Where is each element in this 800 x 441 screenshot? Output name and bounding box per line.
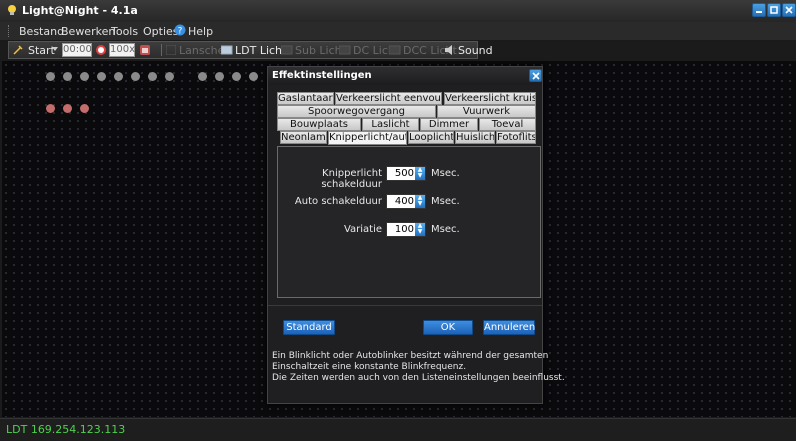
clock-icon xyxy=(96,45,106,55)
outer-frame-strip xyxy=(796,0,800,440)
minimize-button[interactable] xyxy=(752,3,766,17)
unit-label: Msec. xyxy=(431,196,460,207)
menu-bar: Bestand Bewerken Tools Opties ? Help xyxy=(0,22,796,41)
auto-stepper[interactable]: 400 ▲ ▼ xyxy=(386,194,426,209)
tab-verkeerslicht-eenvoudig[interactable]: Verkeerslicht eenvoudig xyxy=(335,92,442,105)
help-icon: ? xyxy=(174,24,186,36)
auto-value[interactable]: 400 xyxy=(389,196,414,207)
spin-buttons[interactable]: ▲ ▼ xyxy=(415,195,425,208)
title-bar[interactable]: Light@Night - 4.1a xyxy=(0,0,796,23)
time-field[interactable]: 00:00 xyxy=(62,43,92,57)
close-button[interactable] xyxy=(782,3,796,17)
toolbar: Start 00:00 100x Lanschen LDT Licht Sub … xyxy=(8,41,493,59)
led-dot[interactable] xyxy=(131,72,140,81)
tab-toeval[interactable]: Toeval xyxy=(479,118,536,131)
sub-icon xyxy=(281,45,293,55)
tab-huislicht[interactable]: Huislicht xyxy=(455,131,495,144)
variatie-stepper[interactable]: 100 ▲ ▼ xyxy=(386,222,426,237)
arrow-down-icon[interactable]: ▼ xyxy=(415,173,425,179)
tab-spoorwegovergang[interactable]: Spoorwegovergang xyxy=(277,105,436,118)
menu-bestand[interactable]: Bestand xyxy=(19,25,64,38)
dialog-close-button[interactable] xyxy=(529,69,542,82)
unit-label: Msec. xyxy=(431,224,460,235)
tab-verkeerslicht-kruising[interactable]: Verkeerslicht kruising xyxy=(444,92,536,105)
unit-label: Msec. xyxy=(431,168,460,179)
speed-icon[interactable] xyxy=(139,44,151,56)
variatie-value[interactable]: 100 xyxy=(389,224,414,235)
main-window: Light@Night - 4.1a Bestand Bewerken Tool… xyxy=(0,0,796,441)
speaker-icon xyxy=(445,45,452,55)
tab-fotoflits[interactable]: Fotoflits xyxy=(496,131,536,144)
tab-knipperlicht-auto[interactable]: Knipperlicht/auto xyxy=(328,131,407,145)
field-label-variatie: Variatie xyxy=(343,224,382,235)
led-dot[interactable] xyxy=(215,72,224,81)
led-dot[interactable] xyxy=(80,72,89,81)
tab-dimmer[interactable]: Dimmer xyxy=(420,118,478,131)
led-dot[interactable] xyxy=(148,72,157,81)
info-text-line: Die Zeiten werden auch von den Listenein… xyxy=(272,373,565,383)
field-label-auto: Auto schakelduur xyxy=(294,196,382,207)
minimize-icon xyxy=(756,11,762,13)
tab-looplicht[interactable]: Looplicht xyxy=(408,131,454,144)
toolbar-separator xyxy=(161,44,162,56)
app-icon xyxy=(8,5,16,15)
tab-laslicht[interactable]: Laslicht xyxy=(362,118,419,131)
standard-button[interactable]: Standard xyxy=(283,320,335,335)
menu-help[interactable]: Help xyxy=(188,25,213,38)
toolbar-item-ldt-licht[interactable]: LDT Licht xyxy=(235,44,286,57)
led-dot[interactable] xyxy=(63,72,72,81)
speed-field[interactable]: 100x xyxy=(109,43,135,57)
knipperlicht-value[interactable]: 500 xyxy=(389,168,414,179)
led-dot[interactable] xyxy=(80,104,89,113)
led-dot[interactable] xyxy=(249,72,258,81)
arrow-down-icon[interactable]: ▼ xyxy=(415,229,425,235)
dcc-icon xyxy=(389,45,401,55)
arrow-down-icon[interactable]: ▼ xyxy=(415,201,425,207)
led-dot[interactable] xyxy=(97,72,106,81)
dialog-title-bar[interactable]: Effektinstellingen xyxy=(268,67,542,85)
spin-buttons[interactable]: ▲ ▼ xyxy=(415,223,425,236)
status-bar: LDT 169.254.123.113 xyxy=(0,418,796,441)
led-dot[interactable] xyxy=(165,72,174,81)
led-dot[interactable] xyxy=(198,72,207,81)
start-icon xyxy=(13,45,23,55)
start-button[interactable]: Start xyxy=(28,44,55,57)
knipperlicht-stepper[interactable]: 500 ▲ ▼ xyxy=(386,166,426,181)
close-icon xyxy=(785,6,793,14)
connection-status: LDT 169.254.123.113 xyxy=(6,423,126,436)
info-text-line: Ein Blinklicht oder Autoblinker besitzt … xyxy=(272,351,549,361)
tab-gaslantaarn[interactable]: Gaslantaarn xyxy=(277,92,334,105)
ok-button[interactable]: OK xyxy=(423,320,473,335)
menu-grip[interactable] xyxy=(8,25,12,37)
menu-tools[interactable]: Tools xyxy=(111,25,138,38)
toolbar-item-sound[interactable]: Sound xyxy=(458,44,493,57)
tab-vuurwerk[interactable]: Vuurwerk xyxy=(437,105,536,118)
dc-icon xyxy=(339,45,351,55)
dialog-title: Effektinstellingen xyxy=(272,70,372,81)
menu-bewerken[interactable]: Bewerken xyxy=(61,25,115,38)
info-text-line: Einschaltzeit eine konstante Blinkfreque… xyxy=(272,362,467,372)
cancel-button[interactable]: Annuleren xyxy=(483,320,535,335)
ldt-icon xyxy=(221,45,233,55)
tab-panel: Knipperlicht schakelduur 500 ▲ ▼ Msec. Au… xyxy=(277,146,541,298)
window-title: Light@Night - 4.1a xyxy=(22,4,138,17)
field-label-knipperlicht: Knipperlicht schakelduur xyxy=(321,168,382,190)
close-icon xyxy=(532,72,540,80)
led-dot[interactable] xyxy=(114,72,123,81)
led-dot[interactable] xyxy=(232,72,241,81)
effect-settings-dialog: Effektinstellingen Gaslantaarn Verkeersl… xyxy=(267,66,565,404)
led-dot[interactable] xyxy=(46,104,55,113)
led-dot[interactable] xyxy=(46,72,55,81)
maximize-icon xyxy=(770,6,778,14)
scan-icon xyxy=(166,45,176,55)
tab-neonlamp[interactable]: Neonlamp xyxy=(280,131,327,144)
svg-text:?: ? xyxy=(178,27,183,37)
spin-buttons[interactable]: ▲ ▼ xyxy=(415,167,425,180)
tab-bouwplaats[interactable]: Bouwplaats xyxy=(277,118,361,131)
chevron-down-icon[interactable] xyxy=(52,46,58,52)
dialog-divider xyxy=(268,305,542,306)
maximize-button[interactable] xyxy=(767,3,781,17)
led-dot[interactable] xyxy=(63,104,72,113)
